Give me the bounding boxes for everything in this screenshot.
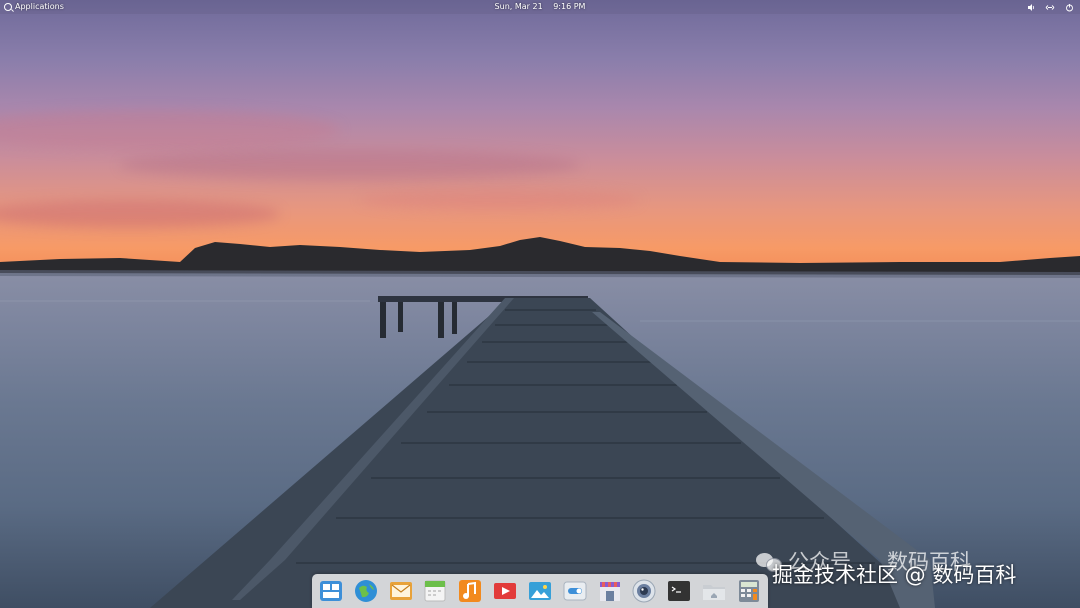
calculator-icon[interactable] <box>736 578 762 604</box>
web-browser-icon[interactable] <box>353 578 379 604</box>
dock <box>312 574 768 608</box>
desktop-wallpaper <box>0 0 1080 608</box>
network-icon[interactable] <box>1045 2 1055 12</box>
multitasking-view-icon[interactable] <box>318 578 344 604</box>
appcenter-icon[interactable] <box>597 578 623 604</box>
time-label: 9:16 PM <box>553 2 586 11</box>
power-icon[interactable] <box>1064 2 1074 12</box>
videos-icon[interactable] <box>492 578 518 604</box>
music-icon[interactable] <box>457 578 483 604</box>
settings-icon[interactable] <box>562 578 588 604</box>
camera-icon[interactable] <box>631 578 657 604</box>
files-icon[interactable] <box>701 578 727 604</box>
calendar-icon[interactable] <box>422 578 448 604</box>
terminal-icon[interactable] <box>666 578 692 604</box>
date-label: Sun, Mar 21 <box>494 2 543 11</box>
date-time-indicator[interactable]: Sun, Mar 21 9:16 PM <box>0 0 1080 14</box>
system-indicators <box>1026 0 1074 14</box>
watermark-bottom: 掘金技术社区 @ 数码百科 <box>772 563 1017 587</box>
wallpaper-pier <box>0 237 1080 608</box>
photos-icon[interactable] <box>527 578 553 604</box>
volume-icon[interactable] <box>1026 2 1036 12</box>
mail-icon[interactable] <box>388 578 414 604</box>
top-panel: Applications Sun, Mar 21 9:16 PM <box>0 0 1080 14</box>
